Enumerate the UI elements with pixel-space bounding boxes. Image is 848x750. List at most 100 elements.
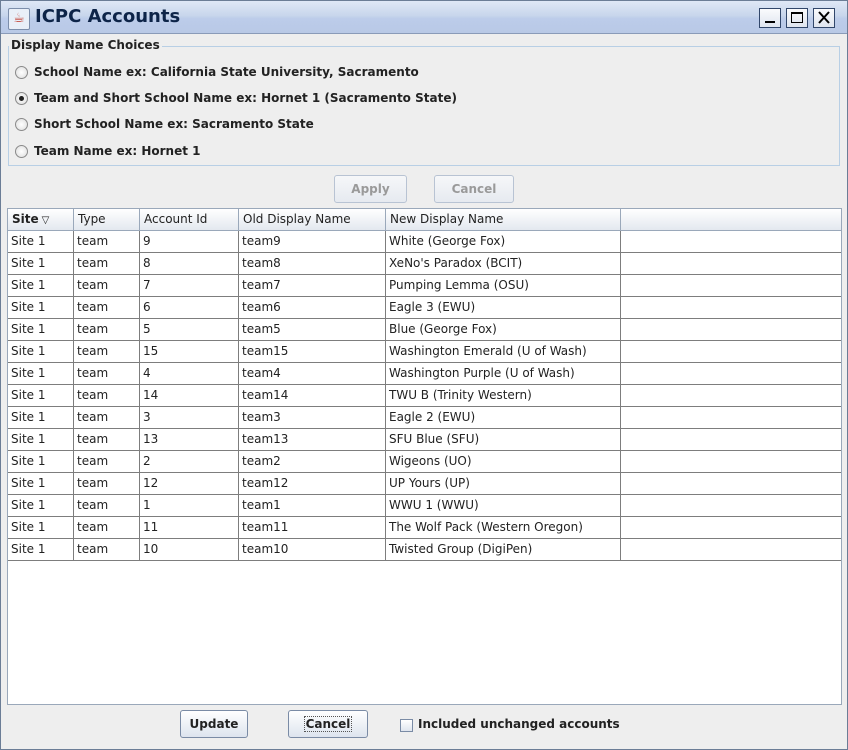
display-name-option-label: Short School Name ex: Sacramento State (34, 117, 314, 131)
display-name-option-1[interactable]: School Name ex: California State Univers… (15, 63, 419, 81)
table-cell: team15 (239, 341, 386, 362)
column-header-label: Account Id (144, 212, 208, 226)
table-cell: team8 (239, 253, 386, 274)
table-cell: team9 (239, 231, 386, 252)
table-cell (621, 517, 841, 538)
table-cell: 4 (140, 363, 239, 384)
table-row[interactable]: Site 1 team 13 team13 SFU Blue (SFU) (8, 429, 841, 451)
java-app-icon: ☕ (8, 8, 30, 30)
table-cell: Site 1 (8, 341, 74, 362)
table-row[interactable]: Site 1 team 5 team5 Blue (George Fox) (8, 319, 841, 341)
table-cell (621, 319, 841, 340)
table-cell (621, 495, 841, 516)
table-row[interactable]: Site 1 team 9 team9 White (George Fox) (8, 231, 841, 253)
table-cell: team (74, 517, 140, 538)
table-cell (621, 275, 841, 296)
update-label: Update (189, 717, 239, 731)
minimize-icon (765, 21, 775, 23)
radio-unselected[interactable] (15, 144, 28, 158)
table-cell (621, 231, 841, 252)
table-row[interactable]: Site 1 team 15 team15 Washington Emerald (U … (8, 341, 841, 363)
maximize-button[interactable] (786, 8, 808, 28)
include-unchanged-label[interactable]: Included unchanged accounts (418, 717, 620, 731)
table-cell: White (George Fox) (386, 231, 621, 252)
table-cell: Wigeons (UO) (386, 451, 621, 472)
table-cell: team (74, 363, 140, 384)
table-cell: Site 1 (8, 363, 74, 384)
update-button[interactable]: Update (180, 710, 248, 738)
table-cell: team (74, 231, 140, 252)
table-cell (621, 429, 841, 450)
table-cell: team13 (239, 429, 386, 450)
display-name-option-4[interactable]: Team Name ex: Hornet 1 (15, 142, 200, 160)
column-header-label: New Display Name (390, 212, 504, 226)
column-header-new-display-name[interactable]: New Display Name (386, 209, 621, 230)
table-cell: team11 (239, 517, 386, 538)
table-row[interactable]: Site 1 team 10 team10 Twisted Group (DigiPen… (8, 539, 841, 561)
table-cell: Site 1 (8, 539, 74, 560)
minimize-button[interactable] (759, 8, 781, 28)
table-body: Site 1 team 9 team9 White (George Fox) Site 1… (8, 231, 841, 561)
column-header-type[interactable]: Type (74, 209, 140, 230)
table-row[interactable]: Site 1 team 4 team4 Washington Purple (U of … (8, 363, 841, 385)
table-cell: 5 (140, 319, 239, 340)
title-bar[interactable]: ☕ ICPC Accounts (1, 1, 847, 34)
display-name-option-3[interactable]: Short School Name ex: Sacramento State (15, 115, 314, 133)
table-cell: team1 (239, 495, 386, 516)
table-row[interactable]: Site 1 team 8 team8 XeNo's Paradox (BCIT) (8, 253, 841, 275)
table-cell: 1 (140, 495, 239, 516)
table-cell: 13 (140, 429, 239, 450)
include-unchanged-checkbox[interactable] (400, 719, 413, 732)
radio-unselected[interactable] (15, 117, 28, 131)
table-row[interactable]: Site 1 team 3 team3 Eagle 2 (EWU) (8, 407, 841, 429)
table-cell: team (74, 429, 140, 450)
cancel-top-label: Cancel (451, 182, 497, 196)
cancel-top-button[interactable]: Cancel (434, 175, 514, 203)
table-cell: team (74, 385, 140, 406)
display-name-option-2[interactable]: Team and Short School Name ex: Hornet 1 … (15, 89, 457, 107)
table-cell: team (74, 495, 140, 516)
table-cell: TWU B (Trinity Western) (386, 385, 621, 406)
table-cell: team (74, 319, 140, 340)
table-cell: Site 1 (8, 297, 74, 318)
table-cell (621, 539, 841, 560)
display-name-option-label: Team and Short School Name ex: Hornet 1 … (34, 91, 457, 105)
close-button[interactable] (813, 8, 835, 28)
column-header-blank[interactable] (621, 209, 841, 230)
column-header-old-display-name[interactable]: Old Display Name (239, 209, 386, 230)
table-cell: 7 (140, 275, 239, 296)
table-cell: Eagle 2 (EWU) (386, 407, 621, 428)
table-cell: team5 (239, 319, 386, 340)
table-cell: team10 (239, 539, 386, 560)
radio-selected[interactable] (15, 91, 28, 105)
radio-unselected[interactable] (15, 65, 28, 79)
table-cell: team (74, 473, 140, 494)
table-cell: team14 (239, 385, 386, 406)
column-header-label: Old Display Name (243, 212, 351, 226)
table-cell: Washington Purple (U of Wash) (386, 363, 621, 384)
table-row[interactable]: Site 1 team 12 team12 UP Yours (UP) (8, 473, 841, 495)
table-cell: 15 (140, 341, 239, 362)
table-cell: XeNo's Paradox (BCIT) (386, 253, 621, 274)
footer-panel: Update Cancel Included unchanged account… (7, 705, 842, 747)
table-cell: Twisted Group (DigiPen) (386, 539, 621, 560)
table-row[interactable]: Site 1 team 11 team11 The Wolf Pack (Western… (8, 517, 841, 539)
table-row[interactable]: Site 1 team 6 team6 Eagle 3 (EWU) (8, 297, 841, 319)
table-cell: 3 (140, 407, 239, 428)
table-row[interactable]: Site 1 team 14 team14 TWU B (Trinity Western… (8, 385, 841, 407)
column-header-account-id[interactable]: Account Id (140, 209, 239, 230)
table-cell (621, 473, 841, 494)
table-row[interactable]: Site 1 team 1 team1 WWU 1 (WWU) (8, 495, 841, 517)
column-header-site[interactable]: Site ▽ (8, 209, 74, 230)
cancel-button[interactable]: Cancel (288, 710, 368, 738)
table-row[interactable]: Site 1 team 2 team2 Wigeons (UO) (8, 451, 841, 473)
accounts-table: Site ▽ Type Account Id Old Display Name New D… (7, 208, 842, 705)
table-cell: Site 1 (8, 495, 74, 516)
column-header-label: Site (12, 212, 39, 226)
table-cell: 12 (140, 473, 239, 494)
table-cell: team (74, 297, 140, 318)
apply-button[interactable]: Apply (334, 175, 407, 203)
table-row[interactable]: Site 1 team 7 team7 Pumping Lemma (OSU) (8, 275, 841, 297)
table-cell: SFU Blue (SFU) (386, 429, 621, 450)
table-cell: team3 (239, 407, 386, 428)
